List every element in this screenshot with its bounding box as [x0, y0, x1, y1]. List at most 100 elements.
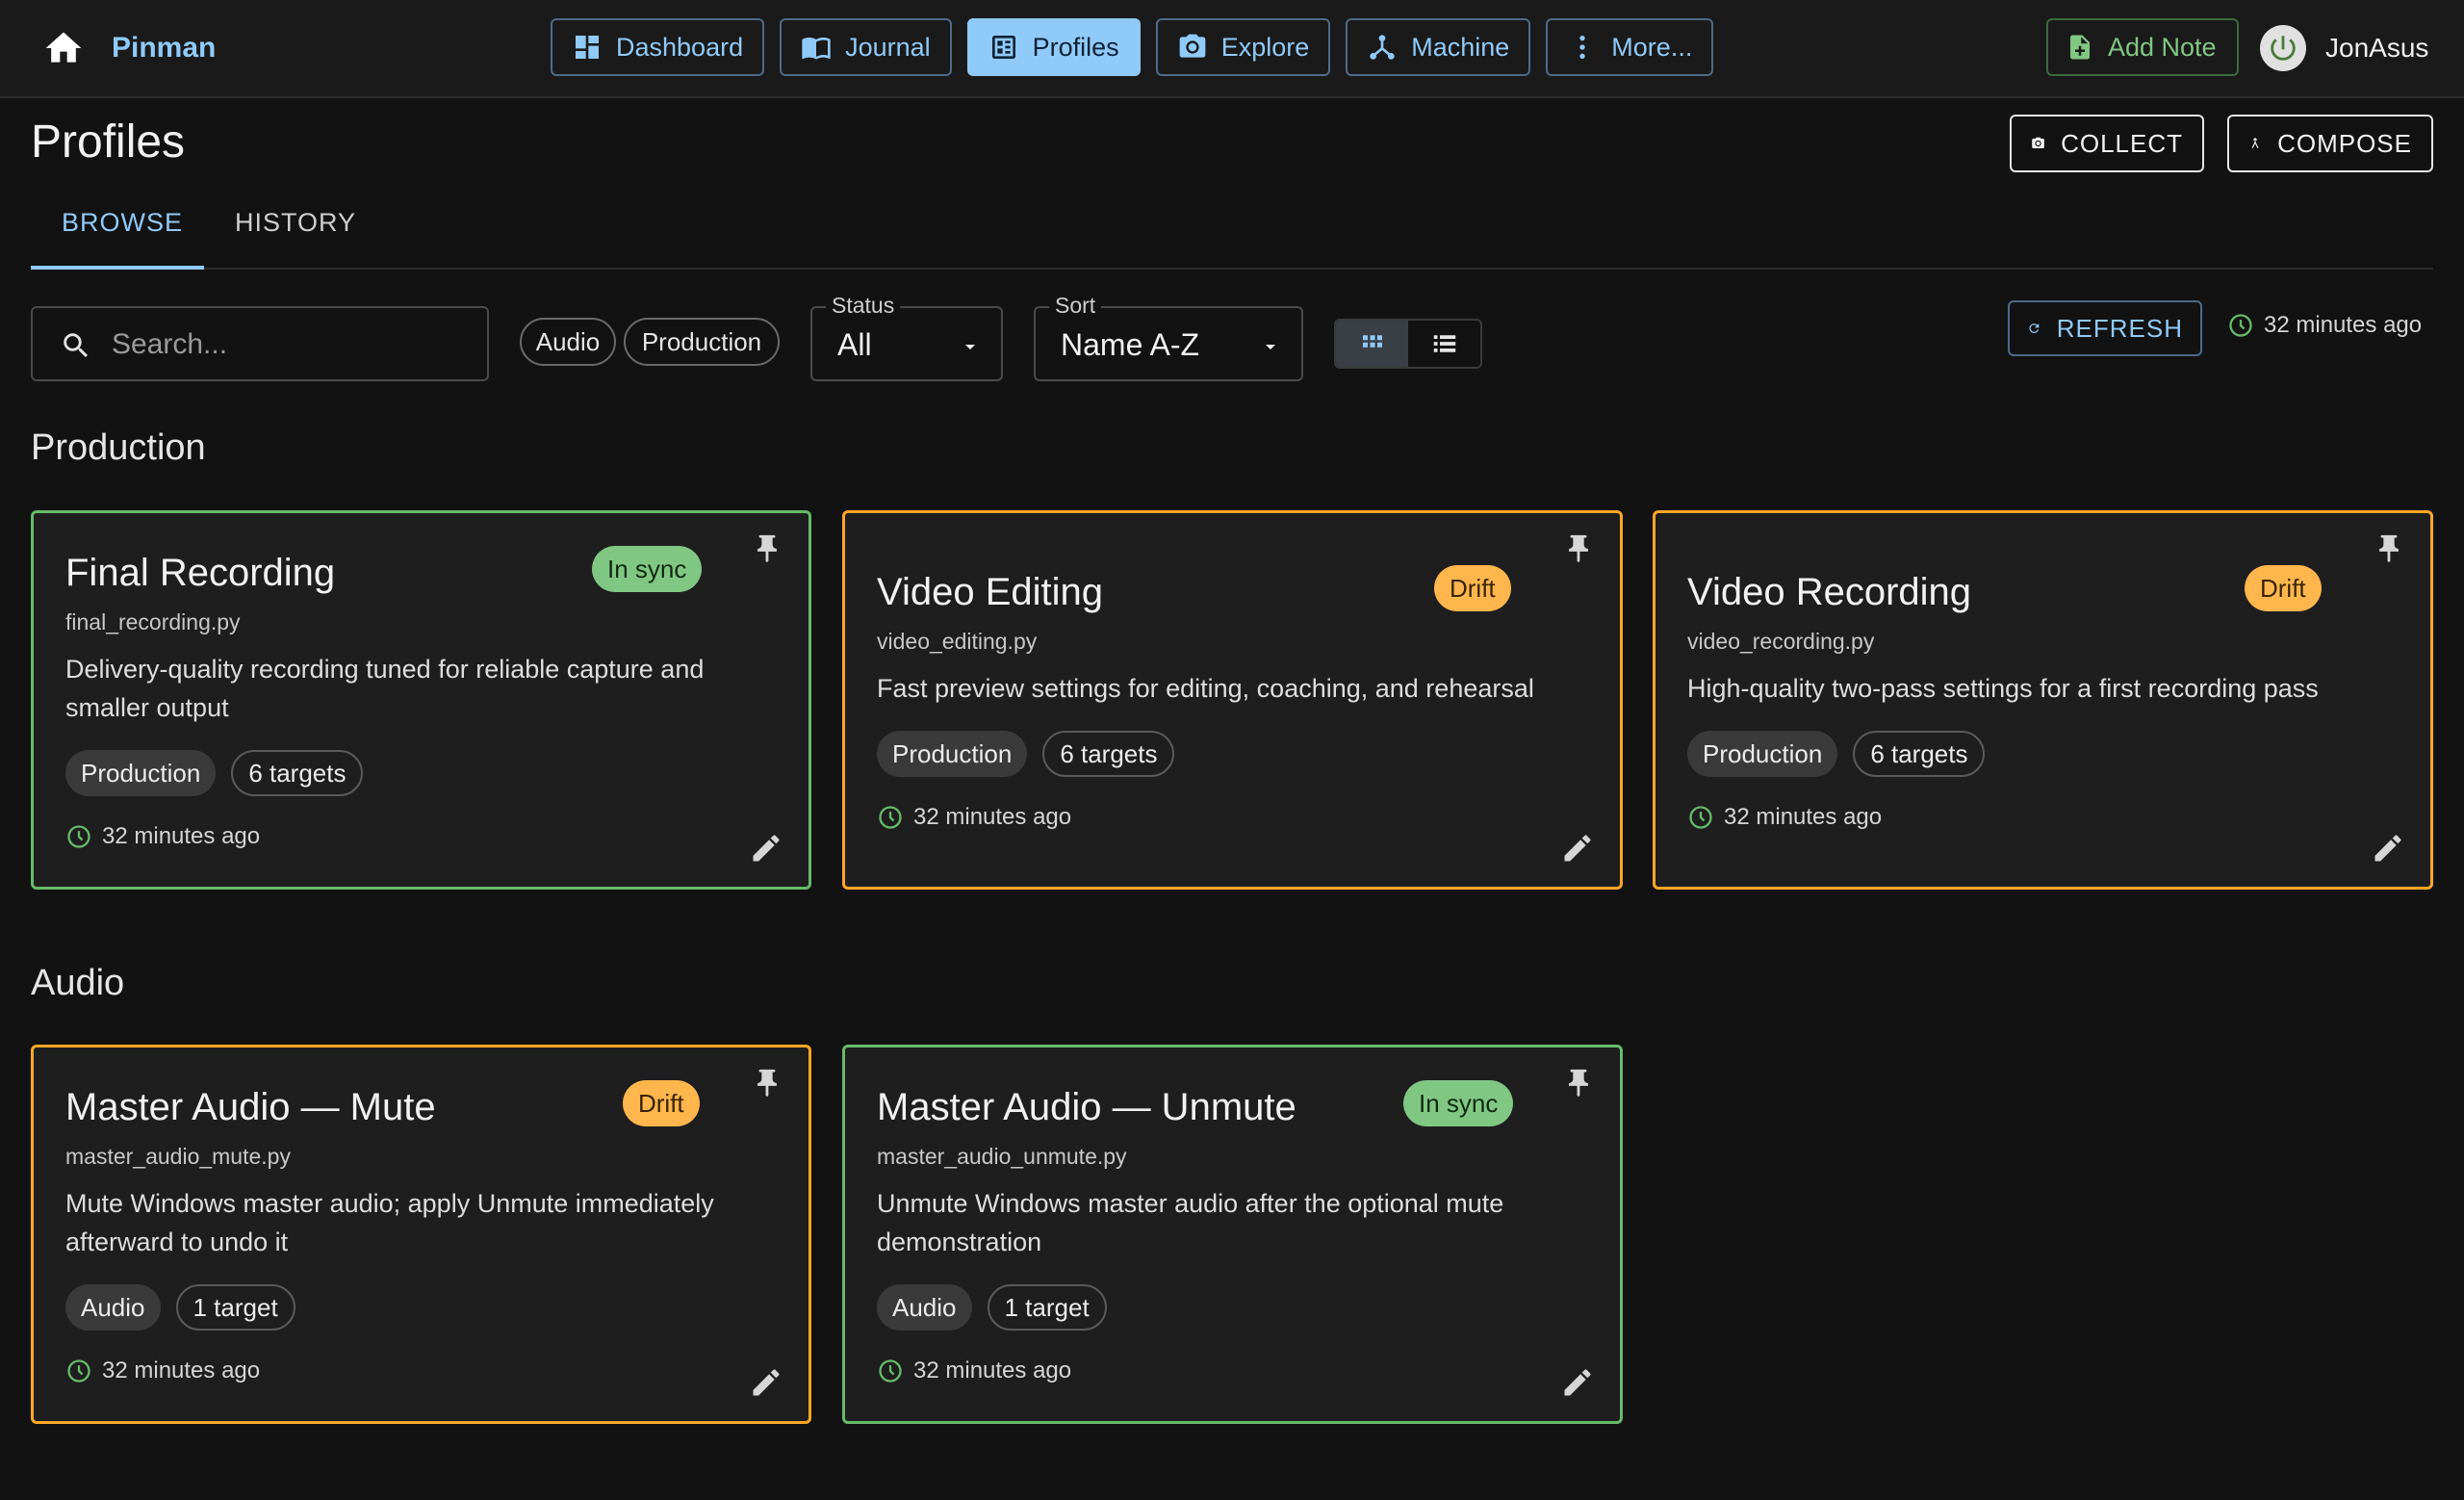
edit-icon[interactable]	[1560, 831, 1595, 866]
clock-icon	[879, 806, 902, 829]
user-name[interactable]: JonAsus	[2325, 33, 2428, 64]
pin-icon[interactable]	[751, 532, 783, 565]
clock-icon	[67, 1359, 90, 1383]
more-vertical-icon	[1579, 36, 1585, 59]
tab-active-indicator	[31, 266, 204, 270]
card-timestamp: 32 minutes ago	[65, 823, 260, 850]
card-title: Master Audio — Unmute	[877, 1086, 1296, 1128]
edit-icon[interactable]	[749, 831, 783, 866]
nav-explore-label: Explore	[1220, 32, 1310, 62]
grid-view-button[interactable]	[1336, 321, 1408, 367]
status-select-value: All	[837, 327, 872, 362]
card-timestamp-text: 32 minutes ago	[913, 1358, 1072, 1384]
status-badge: In sync	[592, 546, 703, 592]
profile-card-video-editing[interactable]: Video Editing Drift video_editing.py Fas…	[842, 510, 1623, 890]
filter-chip-audio[interactable]: Audio	[520, 318, 616, 366]
dropdown-arrow-icon	[965, 345, 975, 349]
nav-profiles-label: Profiles	[1032, 32, 1119, 62]
card-tags: Production 6 targets	[1687, 731, 1986, 777]
last-updated-text: 32 minutes ago	[2264, 312, 2423, 338]
card-description: Mute Windows master audio; apply Unmute …	[65, 1189, 714, 1256]
profile-card-master-audio-mute[interactable]: Master Audio — Mute Drift master_audio_m…	[31, 1045, 811, 1424]
card-timestamp-text: 32 minutes ago	[1724, 804, 1883, 830]
card-description: High-quality two-pass settings for a fir…	[1687, 674, 2319, 703]
collect-button[interactable]: COLLECT	[2010, 115, 2204, 172]
filter-chip-production[interactable]: Production	[624, 318, 780, 366]
pin-icon[interactable]	[751, 1067, 783, 1099]
status-badge: Drift	[1434, 565, 1511, 611]
nav-profiles-button[interactable]: Profiles	[966, 18, 1141, 76]
nav-explore-button[interactable]: Explore	[1155, 18, 1331, 76]
note-add-icon	[2070, 35, 2090, 60]
status-badge: In sync	[1403, 1080, 1514, 1126]
book-icon	[802, 38, 831, 60]
card-filename: video_recording.py	[1687, 629, 1875, 654]
profile-card-video-recording[interactable]: Video Recording Drift video_recording.py…	[1653, 510, 2433, 890]
sort-select[interactable]: Sort Name A-Z	[1034, 293, 1303, 381]
search-icon	[64, 333, 89, 358]
card-description: Fast preview settings for editing, coach…	[877, 674, 1534, 703]
targets-chip: 6 targets	[1042, 731, 1175, 777]
card-filename: master_audio_unmute.py	[877, 1144, 1127, 1169]
add-note-button[interactable]: Add Note	[2046, 18, 2239, 76]
tag-chip: Production	[1687, 731, 1838, 777]
power-icon[interactable]	[2260, 25, 2306, 71]
list-view-button[interactable]	[1408, 321, 1480, 367]
tab-browse[interactable]: BROWSE	[62, 208, 183, 238]
nav-journal-button[interactable]: Journal	[780, 18, 952, 76]
card-timestamp-text: 32 minutes ago	[102, 1358, 261, 1384]
nav-dashboard-button[interactable]: Dashboard	[551, 18, 765, 76]
camera-icon	[2032, 137, 2044, 149]
card-tags: Audio 1 target	[877, 1284, 1107, 1331]
card-timestamp: 32 minutes ago	[877, 804, 1071, 831]
status-select[interactable]: Status All	[810, 293, 1003, 381]
card-title: Final Recording	[65, 552, 336, 594]
edit-icon[interactable]	[2371, 831, 2405, 866]
grid-view-icon	[1362, 335, 1382, 348]
compose-button[interactable]: COMPOSE	[2227, 115, 2433, 172]
nav-more-button[interactable]: More...	[1546, 18, 1714, 76]
edit-icon[interactable]	[1560, 1365, 1595, 1400]
section-title-production: Production	[31, 427, 206, 468]
card-title: Video Recording	[1687, 571, 1972, 613]
pin-icon[interactable]	[1562, 1067, 1595, 1099]
card-description: Delivery-quality recording tuned for rel…	[65, 655, 705, 722]
last-updated: 32 minutes ago	[2227, 312, 2422, 339]
clock-icon	[1689, 806, 1712, 829]
tag-chip: Audio	[877, 1284, 972, 1331]
dropdown-arrow-icon	[1266, 345, 1275, 349]
clock-icon	[2229, 314, 2252, 337]
sort-select-label: Sort	[1049, 293, 1102, 319]
profile-card-final-recording[interactable]: Final Recording In sync final_recording.…	[31, 510, 811, 890]
pin-icon[interactable]	[1562, 532, 1595, 565]
tag-chip: Production	[65, 750, 217, 796]
brand-name[interactable]: Pinman	[112, 32, 216, 65]
search-input[interactable]	[112, 325, 468, 364]
refresh-button[interactable]: REFRESH	[2008, 300, 2202, 356]
tag-chip: Production	[877, 731, 1028, 777]
profiles-icon	[991, 36, 1015, 59]
card-description: Unmute Windows master audio after the op…	[877, 1189, 1504, 1256]
tab-history[interactable]: HISTORY	[235, 208, 356, 238]
view-toggle	[1334, 319, 1482, 369]
nav-dashboard-label: Dashboard	[616, 32, 744, 62]
card-tags: Audio 1 target	[65, 1284, 295, 1331]
nav-machine-button[interactable]: Machine	[1346, 18, 1531, 76]
tab-bar: BROWSE HISTORY	[31, 189, 2433, 270]
profile-card-master-audio-unmute[interactable]: Master Audio — Unmute In sync master_aud…	[842, 1045, 1623, 1424]
card-tags: Production 6 targets	[65, 750, 364, 796]
sort-select-value: Name A-Z	[1061, 327, 1200, 362]
status-badge: Drift	[2245, 565, 2322, 611]
card-filename: final_recording.py	[65, 609, 241, 634]
page-title: Profiles	[31, 116, 186, 168]
card-title: Video Editing	[877, 571, 1103, 613]
status-select-label: Status	[826, 293, 901, 319]
card-timestamp: 32 minutes ago	[877, 1358, 1071, 1384]
clock-icon	[67, 825, 90, 848]
search-box	[31, 306, 489, 381]
pin-icon[interactable]	[2373, 532, 2405, 565]
home-icon[interactable]	[42, 27, 85, 69]
edit-icon[interactable]	[749, 1365, 783, 1400]
merge-icon	[2251, 137, 2259, 148]
card-title: Master Audio — Mute	[65, 1086, 436, 1128]
